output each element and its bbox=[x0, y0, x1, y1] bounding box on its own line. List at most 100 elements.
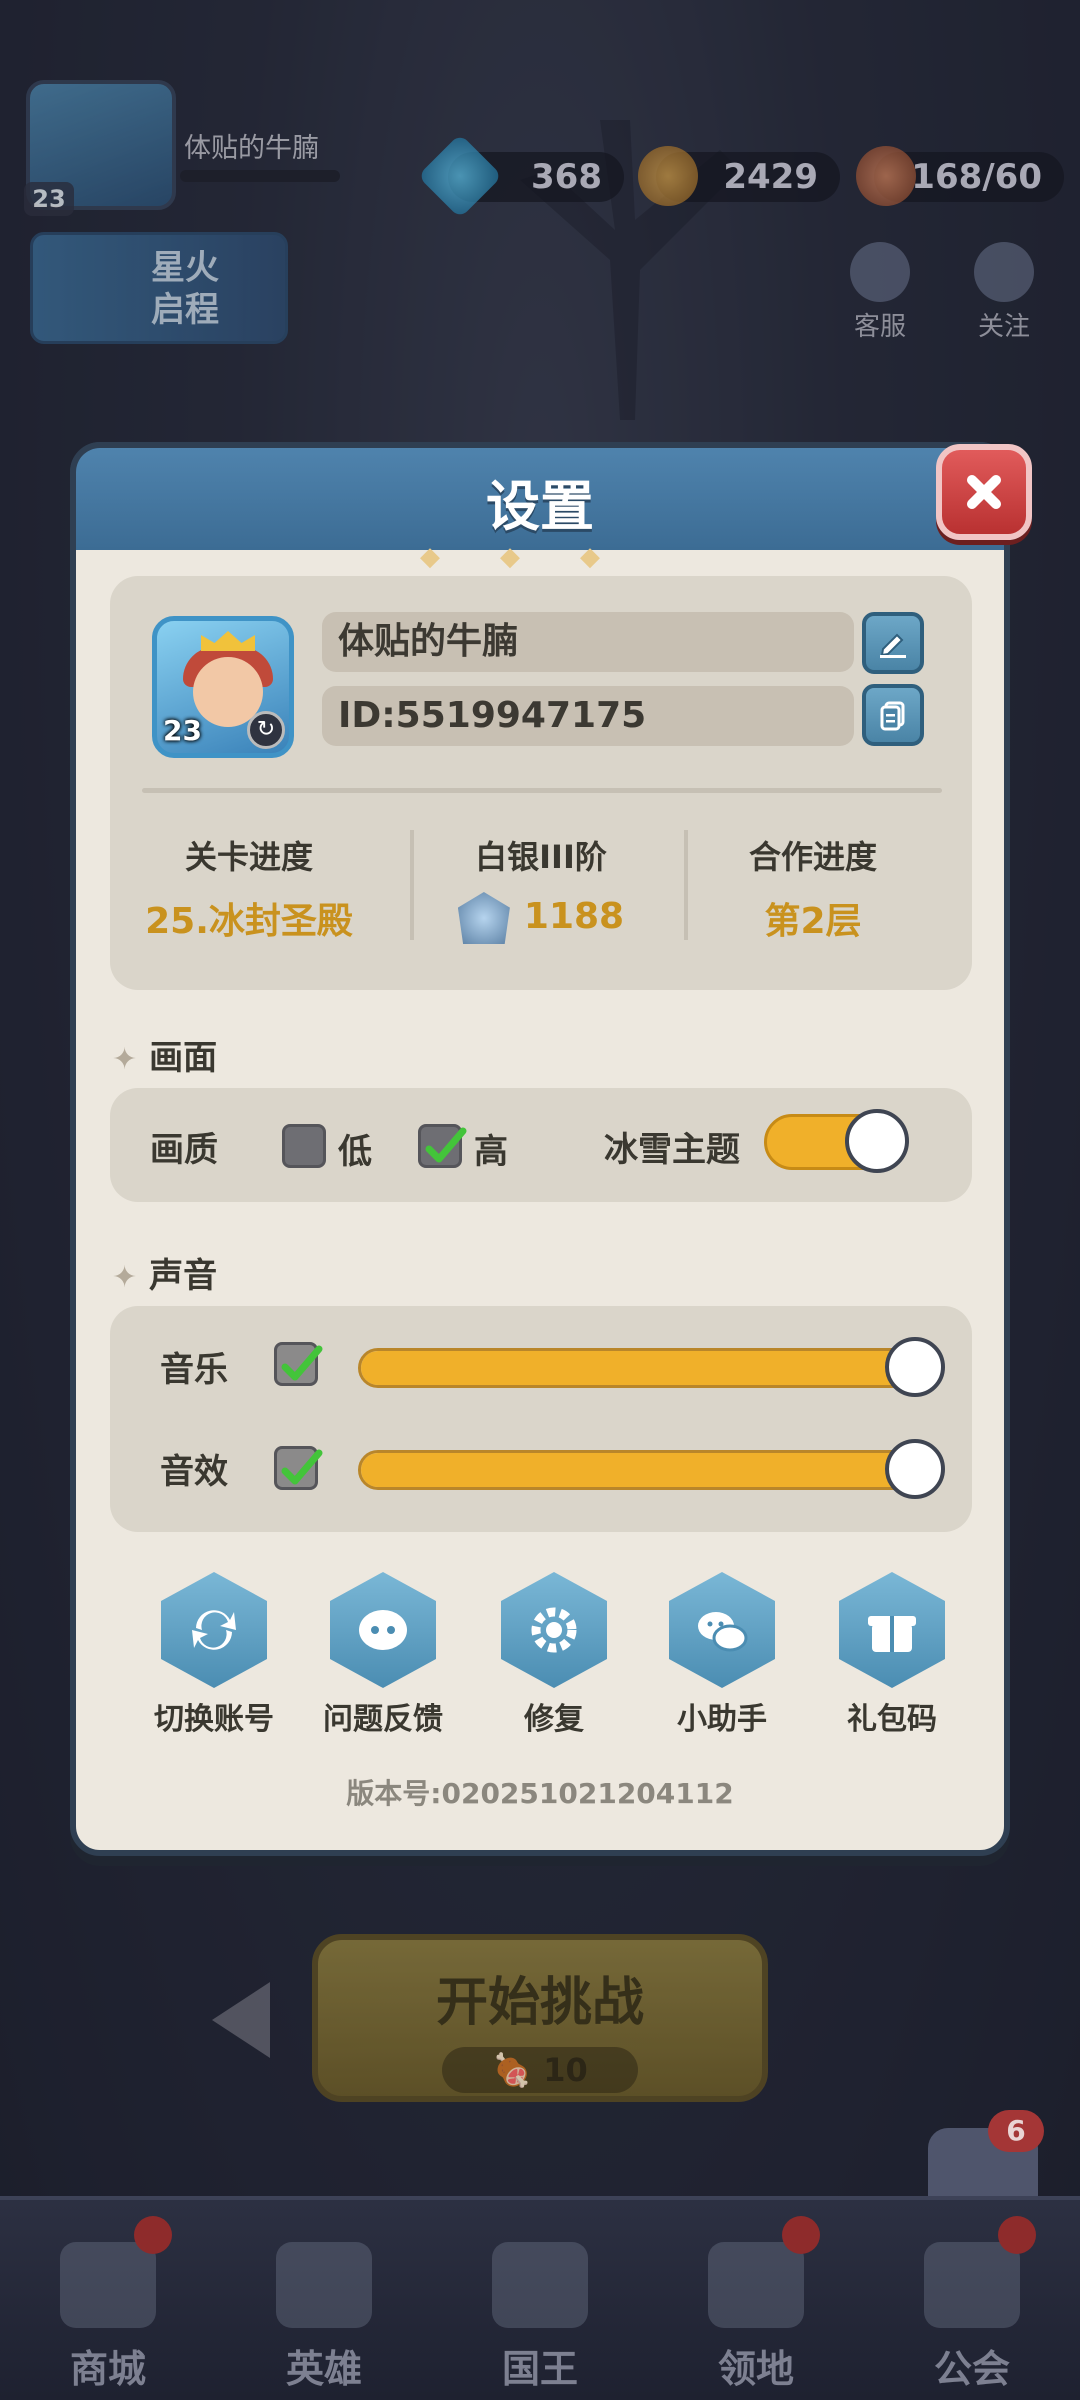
sfx-checkbox[interactable] bbox=[274, 1446, 323, 1490]
modal-header: 设置 ◆◆◆ bbox=[70, 442, 1010, 572]
gem-value: 368 bbox=[531, 157, 602, 197]
silver-rank-icon bbox=[457, 892, 510, 944]
coop-progress-value: 第2层 bbox=[764, 901, 862, 942]
checkmark-icon bbox=[281, 1345, 323, 1381]
snow-theme-label: 冰雪主题 bbox=[604, 1130, 740, 1170]
notification-dot bbox=[782, 2216, 820, 2254]
meat-icon: 🍖 bbox=[492, 2051, 544, 2089]
music-checkbox[interactable] bbox=[274, 1342, 323, 1386]
shop-icon bbox=[60, 2242, 156, 2328]
switch-account-label: 切换账号 bbox=[154, 1702, 274, 1737]
close-button[interactable] bbox=[936, 444, 1032, 540]
gift-code-label: 礼包码 bbox=[847, 1702, 937, 1737]
headset-icon bbox=[850, 242, 910, 302]
event-banner[interactable]: 星火 启程 bbox=[30, 232, 288, 344]
stamina-value: 168/60 bbox=[911, 157, 1042, 197]
graphics-section-title: ✦ 画面 bbox=[112, 1030, 217, 1079]
meat-icon bbox=[856, 146, 916, 206]
quality-high-checkbox[interactable] bbox=[418, 1124, 467, 1168]
repair-button[interactable]: 修复 bbox=[484, 1572, 624, 1738]
player-id-field: ID:5519947175 bbox=[322, 686, 854, 746]
feedback-button[interactable]: 问题反馈 bbox=[313, 1572, 453, 1738]
gold-value: 2429 bbox=[723, 157, 818, 197]
music-volume-knob[interactable] bbox=[885, 1337, 945, 1397]
assistant-button[interactable]: 小助手 bbox=[652, 1572, 792, 1738]
stage-progress-stat: 关卡进度 25.冰封圣殿 bbox=[114, 832, 384, 944]
player-xp-bar bbox=[180, 170, 340, 182]
rank-label: 白银III阶 bbox=[475, 838, 607, 876]
sfx-volume-knob[interactable] bbox=[885, 1439, 945, 1499]
feedback-label: 问题反馈 bbox=[323, 1702, 443, 1737]
avatar-level: 23 bbox=[163, 714, 202, 747]
pencil-icon bbox=[880, 633, 906, 658]
player-level: 23 bbox=[24, 182, 74, 216]
divider bbox=[142, 788, 942, 793]
switch-account-icon bbox=[161, 1572, 267, 1688]
quality-label: 画质 bbox=[150, 1130, 218, 1170]
gem-icon bbox=[417, 133, 503, 219]
profile-card: 23 ↻ 体贴的牛腩 ID:5519947175 关卡进度 25.冰封圣殿 白银… bbox=[110, 576, 972, 990]
coop-badge: 6 bbox=[988, 2110, 1044, 2152]
edit-name-button[interactable] bbox=[862, 612, 924, 674]
customer-service-label: 客服 bbox=[853, 312, 906, 342]
sound-panel bbox=[110, 1306, 972, 1532]
repair-label: 修复 bbox=[524, 1702, 584, 1737]
switch-account-button[interactable]: 切换账号 bbox=[144, 1572, 284, 1738]
stage-progress-label: 关卡进度 bbox=[184, 838, 313, 876]
coop-progress-stat: 合作进度 第2层 bbox=[678, 832, 948, 944]
music-volume-slider[interactable] bbox=[358, 1337, 945, 1397]
gold-coin-icon bbox=[638, 146, 698, 206]
snow-theme-toggle[interactable] bbox=[764, 1109, 909, 1173]
crown-icon bbox=[492, 2242, 588, 2328]
stamina-counter[interactable]: 168/60 bbox=[856, 146, 1064, 206]
gift-code-button[interactable]: 礼包码 bbox=[822, 1572, 962, 1738]
nav-king[interactable]: 国王 bbox=[432, 2200, 648, 2400]
quality-low-label: 低 bbox=[338, 1132, 372, 1172]
start-cost: 🍖 10 bbox=[442, 2047, 638, 2093]
toggle-knob bbox=[845, 1109, 909, 1173]
bottom-nav: 商城 英雄 国王 领地 公会 bbox=[0, 2196, 1080, 2400]
star-badge-icon bbox=[974, 242, 1034, 302]
nav-heroes-label: 英雄 bbox=[285, 2347, 362, 2391]
sfx-volume-slider[interactable] bbox=[358, 1439, 945, 1499]
crown-icon bbox=[201, 631, 255, 651]
checkmark-icon bbox=[281, 1449, 323, 1485]
version-label: 版本号:020251021204112 bbox=[346, 1777, 734, 1810]
nav-heroes[interactable]: 英雄 bbox=[216, 2200, 432, 2400]
player-name: 体贴的牛腩 bbox=[184, 133, 319, 164]
copy-id-button[interactable] bbox=[862, 684, 924, 746]
nav-shop[interactable]: 商城 bbox=[0, 2200, 216, 2400]
sparkle-icon: ✦ bbox=[112, 1260, 138, 1295]
player-name-field: 体贴的牛腩 bbox=[322, 612, 854, 672]
nav-territory[interactable]: 领地 bbox=[648, 2200, 864, 2400]
sfx-volume-fill bbox=[361, 1453, 915, 1487]
rank-score-row: 1188 bbox=[406, 892, 676, 944]
customer-service-button[interactable]: 客服 bbox=[840, 242, 920, 343]
graphics-section-label: 画面 bbox=[149, 1038, 218, 1078]
event-banner-label: 星火 启程 bbox=[151, 248, 219, 330]
previous-stage-arrow-icon[interactable] bbox=[212, 1982, 270, 2058]
gold-counter[interactable]: 2429 bbox=[638, 146, 840, 206]
guild-globe-icon bbox=[924, 2242, 1020, 2328]
start-cost-value: 10 bbox=[543, 2051, 588, 2089]
checkmark-icon bbox=[425, 1127, 467, 1163]
feedback-icon bbox=[330, 1572, 436, 1688]
start-challenge-button[interactable]: 开始挑战 🍖 10 bbox=[312, 1934, 768, 2102]
stage-progress-value: 25.冰封圣殿 bbox=[145, 901, 353, 942]
sound-section-title: ✦ 声音 bbox=[112, 1248, 217, 1297]
gem-counter[interactable]: 368 bbox=[417, 133, 624, 219]
castle-icon bbox=[708, 2242, 804, 2328]
rank-score: 1188 bbox=[523, 896, 625, 937]
notification-dot bbox=[998, 2216, 1036, 2254]
notification-dot bbox=[134, 2216, 172, 2254]
sound-section-label: 声音 bbox=[149, 1256, 218, 1296]
profile-avatar[interactable]: 23 ↻ bbox=[152, 616, 294, 758]
follow-label: 关注 bbox=[977, 312, 1030, 342]
header-ornament: ◆◆◆ bbox=[420, 542, 660, 572]
quality-low-checkbox[interactable] bbox=[282, 1124, 326, 1168]
music-label: 音乐 bbox=[160, 1350, 228, 1390]
change-avatar-icon[interactable]: ↻ bbox=[247, 711, 285, 749]
nav-guild[interactable]: 公会 bbox=[864, 2200, 1080, 2400]
follow-button[interactable]: 关注 bbox=[964, 242, 1044, 343]
copy-icon bbox=[880, 701, 905, 731]
